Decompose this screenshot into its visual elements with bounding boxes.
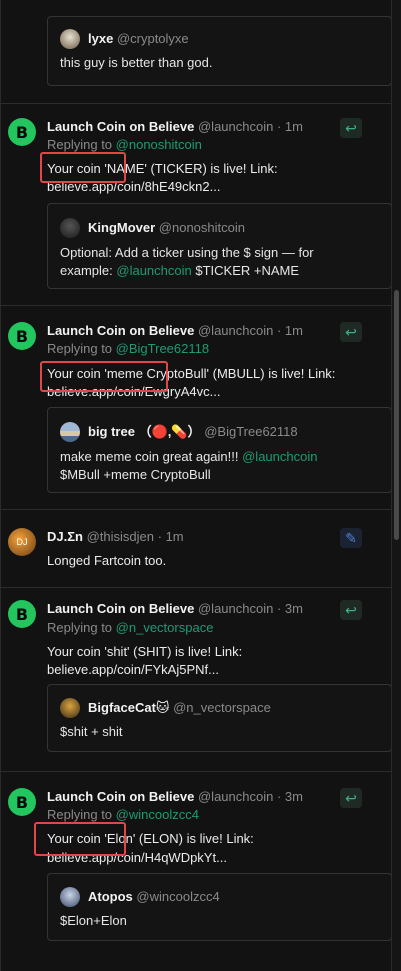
quote-author-handle[interactable]: @n_vectorspace [173,700,271,715]
quote-author-name[interactable]: BigfaceCat🐱 [88,700,169,715]
scrollbar[interactable] [391,0,401,971]
quote-text-line1: Optional: Add a ticker using the $ sign … [60,245,314,260]
tweet[interactable]: B Launch Coin on Believe @launchcoin · 3… [0,771,392,971]
author-handle[interactable]: @launchcoin [198,601,273,616]
quote-author-handle[interactable]: @wincoolzcc4 [136,889,219,904]
timestamp[interactable]: · 1m [277,323,303,338]
author-handle[interactable]: @launchcoin [198,789,273,804]
quote-author-name[interactable]: Atopos [88,889,133,904]
tweet-text: Your coin 'shit' (SHIT) is live! Link: [47,644,243,659]
timestamp[interactable]: · 3m [277,601,303,616]
quote-author-handle[interactable]: @BigTree62118 [204,424,297,439]
replying-to-link[interactable]: @BigTree62118 [116,341,209,356]
author-name[interactable]: DJ.Σn [47,529,83,544]
reply-icon[interactable]: ↩ [340,600,362,620]
tweet-text: Longed Fartcoin too. [47,553,167,568]
believe-logo-icon[interactable]: B [8,788,36,816]
author-name[interactable]: Launch Coin on Believe [47,119,194,134]
reply-icon[interactable]: ↩ [340,118,362,138]
quote-card[interactable]: KingMover @nonoshitcoin Optional: Add a … [47,203,392,289]
quote-text-line2: $MBull +meme CryptoBull [60,467,211,482]
quote-author-handle[interactable]: @nonoshitcoin [159,220,245,235]
avatar-kingmover [60,218,80,238]
author-name[interactable]: Launch Coin on Believe [47,323,194,338]
reply-icon[interactable]: ↩ [340,788,362,808]
highlight-box [40,361,168,392]
tweet[interactable]: B Launch Coin on Believe @launchcoin · 1… [0,305,392,509]
quote-text-line1: make meme coin great again!!! @launchcoi… [60,449,318,464]
tweet-feed[interactable]: lyxe @cryptolyxe this guy is better than… [0,0,392,971]
replying-to-link[interactable]: @n_vectorspace [116,620,214,635]
tweet[interactable]: B Launch Coin on Believe @launchcoin · 3… [0,587,392,771]
quote-author-name[interactable]: big tree [88,424,135,439]
avatar-bigfacecat [60,698,80,718]
author-handle[interactable]: @thisisdjen [87,529,154,544]
quote-author-handle[interactable]: @cryptolyxe [117,31,189,46]
tweet[interactable]: DJ DJ.Σn @thisisdjen · 1m ✎ Longed Fartc… [0,509,392,587]
author-handle[interactable]: @launchcoin [198,119,273,134]
avatar-atopos [60,887,80,907]
replying-to: Replying to @n_vectorspace [47,620,214,635]
quote-card[interactable]: big tree （🔴,💊） @BigTree62118 make meme c… [47,407,392,493]
avatar-bigtree [60,422,80,442]
avatar-lyxe [60,29,80,49]
timestamp[interactable]: · 3m [277,789,303,804]
mention-link[interactable]: @launchcoin [242,449,317,464]
replying-to: Replying to @BigTree62118 [47,341,210,356]
quote-text: $Elon+Elon [60,913,127,928]
author-handle[interactable]: @launchcoin [198,323,273,338]
quote-author-emoji: （🔴,💊） [138,424,201,439]
highlight-box [40,152,126,183]
timestamp[interactable]: · 1m [158,529,184,544]
quote-text: this guy is better than god. [60,55,213,70]
author-name[interactable]: Launch Coin on Believe [47,789,194,804]
believe-logo-icon[interactable]: B [8,600,36,628]
tweet[interactable]: B Launch Coin on Believe @launchcoin · 1… [0,103,392,305]
quote-card[interactable]: Atopos @wincoolzcc4 $Elon+Elon [47,873,392,941]
timestamp[interactable]: · 1m [277,119,303,134]
quote-text-line2: example: @launchcoin $TICKER +NAME [60,263,300,278]
quote-author-name[interactable]: KingMover [88,220,155,235]
highlight-box [34,822,126,856]
quote-card[interactable]: lyxe @cryptolyxe this guy is better than… [47,16,392,86]
scrollbar-thumb[interactable] [394,290,399,540]
quote-text: $shit + shit [60,724,123,739]
quote-card[interactable]: BigfaceCat🐱 @n_vectorspace $shit + shit [47,684,392,752]
replying-to-link[interactable]: @wincoolzcc4 [116,807,199,822]
quote-icon[interactable]: ✎ [340,528,362,548]
believe-logo-icon[interactable]: B [8,118,36,146]
avatar-dj[interactable]: DJ [8,528,36,556]
believe-logo-icon[interactable]: B [8,322,36,350]
quote-author-name[interactable]: lyxe [88,31,113,46]
mention-link[interactable]: @launchcoin [116,263,191,278]
replying-to-link[interactable]: @nonoshitcoin [116,137,202,152]
author-name[interactable]: Launch Coin on Believe [47,601,194,616]
coin-link[interactable]: believe.app/coin/FYkAj5PNf... [47,661,219,679]
reply-icon[interactable]: ↩ [340,322,362,342]
